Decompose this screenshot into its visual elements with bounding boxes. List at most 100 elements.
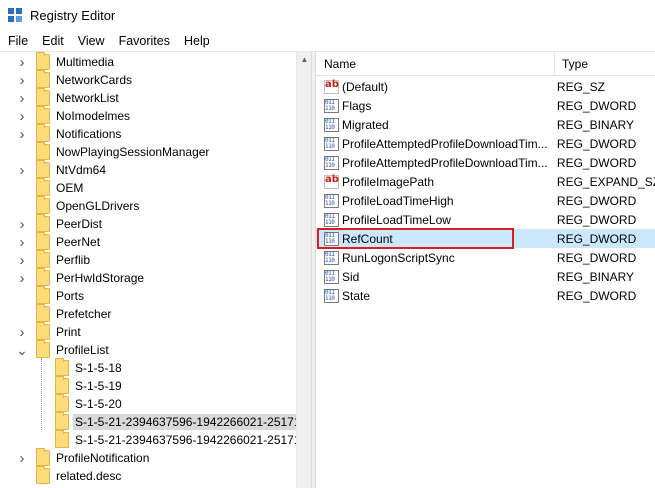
tree-item-label: Ports — [56, 289, 85, 303]
registry-key-tree[interactable]: › Multimedia › NetworkCards › NetworkList › NoI… — [0, 52, 311, 488]
value-name: Migrated — [342, 117, 389, 132]
tree-item[interactable]: › Perflib — [20, 250, 91, 269]
tree-item-label: NetworkCards — [56, 73, 133, 87]
chevron-down-icon[interactable]: ⌄ — [16, 341, 28, 359]
tree-item[interactable]: S-1-5-21-2394637596-1942266021-2517166 — [55, 430, 311, 449]
tree-item[interactable]: › PeerDist — [20, 214, 102, 233]
folder-icon — [36, 268, 50, 286]
tree-item[interactable]: S-1-5-20 — [55, 394, 122, 413]
binary-value-icon — [324, 212, 339, 227]
value-row[interactable]: RunLogonScriptSync REG_DWORD — [316, 248, 655, 267]
tree-item-label: PeerNet — [56, 235, 101, 249]
title-bar: Registry Editor — [0, 0, 655, 31]
tree-item[interactable]: OpenGLDrivers — [36, 196, 139, 215]
value-row[interactable]: ProfileAttemptedProfileDownloadTim... REG… — [316, 134, 655, 153]
folder-icon — [36, 304, 50, 322]
tree-item-label: Perflib — [56, 253, 91, 267]
folder-icon — [36, 124, 50, 142]
value-row[interactable]: Flags REG_DWORD — [316, 96, 655, 115]
value-type: REG_DWORD — [556, 193, 637, 208]
menu-view[interactable]: View — [71, 31, 112, 51]
value-type: REG_DWORD — [556, 212, 637, 227]
tree-item-label: S-1-5-20 — [75, 397, 122, 411]
folder-icon — [36, 160, 50, 178]
tree-item-label: S-1-5-19 — [75, 379, 122, 393]
chevron-right-icon[interactable]: › — [17, 89, 27, 107]
binary-value-icon — [324, 193, 339, 208]
value-type: REG_BINARY — [556, 117, 635, 132]
tree-item[interactable]: › NetworkList — [20, 88, 119, 107]
tree-item-label: ProfileList — [56, 343, 109, 357]
chevron-right-icon[interactable]: › — [17, 71, 27, 89]
tree-item[interactable]: NowPlayingSessionManager — [36, 142, 210, 161]
chevron-right-icon[interactable]: › — [17, 125, 27, 143]
tree-item[interactable]: S-1-5-18 — [55, 358, 122, 377]
tree-item[interactable]: S-1-5-21-2394637596-1942266021-2517166 — [55, 412, 311, 431]
tree-item[interactable]: › PerHwIdStorage — [20, 268, 145, 287]
registry-editor-icon — [8, 7, 24, 24]
value-row[interactable]: ProfileLoadTimeHigh REG_DWORD — [316, 191, 655, 210]
column-header-type[interactable]: Type — [555, 52, 655, 76]
chevron-right-icon[interactable]: › — [17, 233, 27, 251]
tree-item-label: Notifications — [56, 127, 122, 141]
tree-item[interactable]: S-1-5-19 — [55, 376, 122, 395]
column-header-name[interactable]: Name — [316, 52, 555, 76]
folder-icon — [36, 142, 50, 160]
tree-item[interactable]: › Notifications — [20, 124, 122, 143]
tree-item[interactable]: › NetworkCards — [20, 70, 133, 89]
chevron-right-icon[interactable]: › — [17, 449, 27, 467]
value-row[interactable]: Sid REG_BINARY — [316, 267, 655, 286]
chevron-right-icon[interactable]: › — [17, 251, 27, 269]
folder-icon — [36, 250, 50, 268]
chevron-right-icon[interactable]: › — [17, 323, 27, 341]
value-name: ProfileImagePath — [342, 174, 435, 189]
tree-item[interactable]: OEM — [36, 178, 83, 197]
tree-item[interactable]: Prefetcher — [36, 304, 111, 323]
value-name: (Default) — [342, 79, 389, 94]
value-row[interactable]: ProfileLoadTimeLow REG_DWORD — [316, 210, 655, 229]
value-row[interactable]: ProfileAttemptedProfileDownloadTim... REG… — [316, 153, 655, 172]
value-row[interactable]: (Default) REG_SZ — [316, 77, 655, 96]
tree-item[interactable]: › NtVdm64 — [20, 160, 107, 179]
value-row[interactable]: ProfileImagePath REG_EXPAND_SZ — [316, 172, 655, 191]
value-name: ProfileLoadTimeHigh — [342, 193, 454, 208]
chevron-right-icon[interactable]: › — [17, 53, 27, 71]
folder-icon — [36, 70, 50, 88]
tree-item-label: PerHwIdStorage — [56, 271, 145, 285]
value-type: REG_DWORD — [556, 155, 637, 170]
chevron-right-icon[interactable]: › — [17, 269, 27, 287]
scroll-up-arrow-icon[interactable]: ▲ — [297, 52, 312, 67]
tree-item-label: Print — [56, 325, 81, 339]
menu-file[interactable]: File — [0, 31, 35, 51]
tree-item[interactable]: ⌄ ProfileList — [16, 340, 109, 359]
folder-icon — [36, 52, 50, 70]
value-name: ProfileAttemptedProfileDownloadTim... — [342, 136, 548, 151]
value-type: REG_SZ — [556, 79, 605, 94]
tree-item[interactable]: › PeerNet — [20, 232, 101, 251]
tree-item[interactable]: › Multimedia — [20, 52, 114, 71]
tree-item-label: NtVdm64 — [56, 163, 107, 177]
registry-values-list[interactable]: Name Type (Default) REG_SZ Flags REG_DWORD M… — [316, 52, 655, 488]
value-row[interactable]: Migrated REG_BINARY — [316, 115, 655, 134]
tree-item[interactable]: related.desc — [36, 466, 121, 485]
tree-item-label: NowPlayingSessionManager — [56, 145, 210, 159]
tree-item[interactable]: › Print — [20, 322, 81, 341]
value-name: ProfileAttemptedProfileDownloadTim... — [342, 155, 548, 170]
menu-edit[interactable]: Edit — [35, 31, 71, 51]
tree-item[interactable]: › NoImodelmes — [20, 106, 130, 125]
menu-help[interactable]: Help — [177, 31, 217, 51]
tree-item[interactable]: › ProfileNotification — [20, 448, 149, 467]
folder-icon — [36, 466, 50, 484]
tree-item-label: S-1-5-21-2394637596-1942266021-2517166 — [75, 433, 311, 447]
menu-bar: File Edit View Favorites Help — [0, 31, 655, 51]
tree-vertical-scrollbar[interactable]: ▲ — [296, 52, 311, 488]
menu-favorites[interactable]: Favorites — [112, 31, 177, 51]
chevron-right-icon[interactable]: › — [17, 161, 27, 179]
chevron-right-icon[interactable]: › — [17, 107, 27, 125]
string-value-icon — [324, 174, 339, 189]
value-row[interactable]: State REG_DWORD — [316, 286, 655, 305]
tree-item-label: S-1-5-18 — [75, 361, 122, 375]
value-type: REG_DWORD — [556, 288, 637, 303]
chevron-right-icon[interactable]: › — [17, 215, 27, 233]
tree-item[interactable]: Ports — [36, 286, 85, 305]
